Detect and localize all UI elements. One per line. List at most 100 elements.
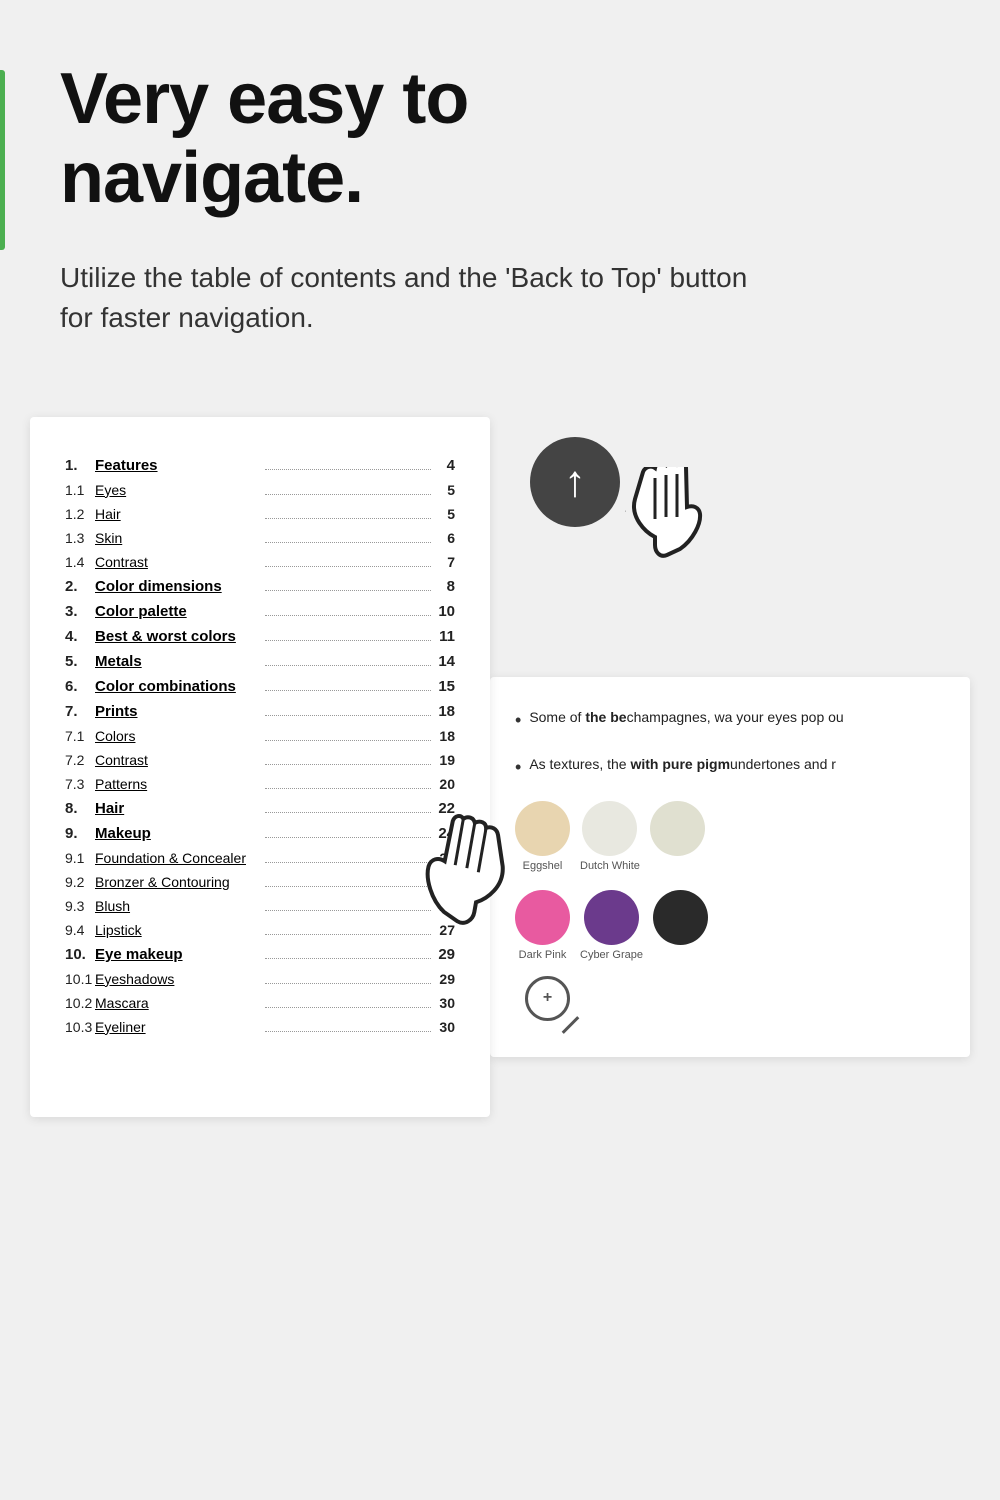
toc-item: 9. Makeup 24: [65, 825, 455, 842]
swatch-group: Cyber Grape: [580, 890, 643, 961]
magnifier-plus-icon: +: [543, 989, 552, 1007]
toc-number: 7.2: [65, 752, 95, 768]
toc-dots: [265, 590, 431, 591]
toc-page: 5: [435, 482, 455, 498]
toc-label[interactable]: Lipstick: [95, 922, 261, 938]
toc-item: 9.2 Bronzer & Contouring 25: [65, 874, 455, 890]
arrow-up-icon: ↑: [564, 460, 586, 504]
toc-dots: [265, 542, 431, 543]
toc-label[interactable]: Hair: [95, 800, 261, 817]
toc-label[interactable]: Contrast: [95, 752, 261, 768]
toc-dots: [265, 715, 431, 716]
toc-label[interactable]: Color palette: [95, 603, 261, 620]
toc-label[interactable]: Eyeshadows: [95, 971, 261, 987]
swatch-row-1: Eggshel Dutch White: [515, 801, 945, 872]
toc-item: 5. Metals 14: [65, 653, 455, 670]
toc-label[interactable]: Eye makeup: [95, 946, 261, 963]
toc-number: 4.: [65, 628, 95, 645]
toc-label[interactable]: Bronzer & Contouring: [95, 874, 261, 890]
toc-dots: [265, 615, 431, 616]
toc-label[interactable]: Patterns: [95, 776, 261, 792]
main-title: Very easy to navigate.: [60, 60, 940, 218]
toc-label[interactable]: Metals: [95, 653, 261, 670]
toc-label[interactable]: Prints: [95, 703, 261, 720]
toc-label[interactable]: Contrast: [95, 554, 261, 570]
panels-section: 1. Features 4 1.1 Eyes 5 1.2 Hair 5 1.3 …: [0, 377, 1000, 1157]
swatch-label: Cyber Grape: [580, 949, 643, 961]
color-swatch: [650, 801, 705, 856]
toc-dots: [265, 566, 431, 567]
toc-dots: [265, 469, 431, 470]
toc-page: 29: [435, 946, 455, 963]
toc-label[interactable]: Blush: [95, 898, 261, 914]
toc-label[interactable]: Hair: [95, 506, 261, 522]
subtitle: Utilize the table of contents and the 'B…: [60, 258, 760, 336]
toc-label[interactable]: Color dimensions: [95, 578, 261, 595]
toc-dots: [265, 862, 431, 863]
page-container: Very easy to navigate. Utilize the table…: [0, 0, 1000, 1500]
toc-page: 8: [435, 578, 455, 595]
toc-dots: [265, 788, 431, 789]
toc-item: 1. Features 4: [65, 457, 455, 474]
toc-item: 8. Hair 22: [65, 800, 455, 817]
right-panel: ↑: [470, 417, 970, 1057]
toc-number: 9.1: [65, 850, 95, 866]
toc-label[interactable]: Color combinations: [95, 678, 261, 695]
toc-number: 1.: [65, 457, 95, 474]
color-swatch: [584, 890, 639, 945]
toc-dots: [265, 764, 431, 765]
toc-label[interactable]: Foundation & Concealer: [95, 850, 261, 866]
toc-item: 10. Eye makeup 29: [65, 946, 455, 963]
toc-item: 3. Color palette 10: [65, 603, 455, 620]
toc-dots: [265, 740, 431, 741]
bullet-item-2: • As textures, the with pure pigmunderto…: [515, 754, 945, 781]
toc-dots: [265, 983, 431, 984]
toc-label[interactable]: Eyes: [95, 482, 261, 498]
hand-on-toc-icon: [399, 801, 531, 955]
toc-label[interactable]: Makeup: [95, 825, 261, 842]
toc-number: 10.3: [65, 1019, 95, 1035]
toc-page: 6: [435, 530, 455, 546]
toc-wrapper: 1. Features 4 1.1 Eyes 5 1.2 Hair 5 1.3 …: [30, 417, 490, 1117]
magnifier-area: +: [525, 976, 945, 1021]
swatch-label: Dark Pink: [519, 949, 567, 961]
toc-page: 18: [435, 703, 455, 720]
toc-page: 15: [435, 678, 455, 695]
swatch-label: Eggshel: [523, 860, 563, 872]
toc-number: 7.3: [65, 776, 95, 792]
toc-number: 2.: [65, 578, 95, 595]
toc-item: 10.2 Mascara 30: [65, 995, 455, 1011]
toc-page: 19: [435, 752, 455, 768]
toc-number: 7.1: [65, 728, 95, 744]
toc-item: 2. Color dimensions 8: [65, 578, 455, 595]
toc-number: 3.: [65, 603, 95, 620]
toc-label[interactable]: Skin: [95, 530, 261, 546]
color-swatch: [653, 890, 708, 945]
toc-dots: [265, 665, 431, 666]
toc-number: 7.: [65, 703, 95, 720]
toc-label[interactable]: Eyeliner: [95, 1019, 261, 1035]
toc-number: 9.: [65, 825, 95, 842]
toc-number: 1.3: [65, 530, 95, 546]
toc-item: 1.2 Hair 5: [65, 506, 455, 522]
toc-item: 6. Color combinations 15: [65, 678, 455, 695]
toc-label[interactable]: Colors: [95, 728, 261, 744]
toc-label[interactable]: Mascara: [95, 995, 261, 1011]
toc-item: 7.3 Patterns 20: [65, 776, 455, 792]
toc-item: 1.4 Contrast 7: [65, 554, 455, 570]
swatch-row-2: Dark Pink Cyber Grape: [515, 890, 945, 961]
toc-number: 9.3: [65, 898, 95, 914]
toc-number: 9.2: [65, 874, 95, 890]
color-swatches: Eggshel Dutch White Dark Pink Cyber Grap…: [515, 801, 945, 961]
toc-number: 10.1: [65, 971, 95, 987]
back-to-top-button[interactable]: ↑: [530, 437, 620, 527]
toc-page: 18: [435, 728, 455, 744]
toc-label[interactable]: Best & worst colors: [95, 628, 261, 645]
toc-label[interactable]: Features: [95, 457, 261, 474]
magnifier-icon: +: [525, 976, 570, 1021]
green-accent-bar: [0, 70, 5, 250]
color-swatch: [582, 801, 637, 856]
toc-page: 29: [435, 971, 455, 987]
toc-dots: [265, 837, 431, 838]
toc-page: 11: [435, 628, 455, 645]
